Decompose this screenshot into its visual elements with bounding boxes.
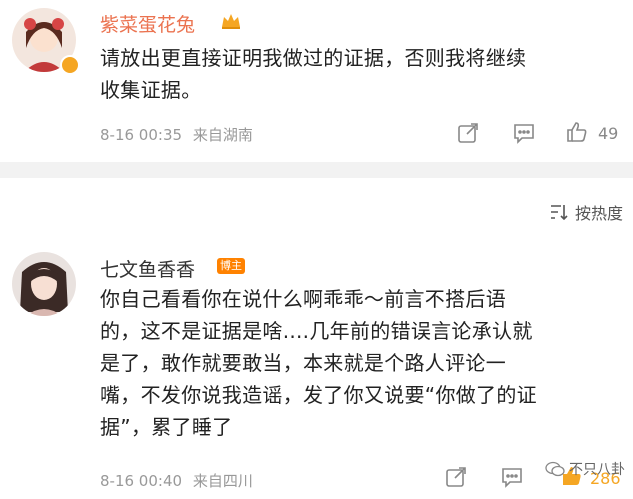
share-icon[interactable] <box>457 122 479 144</box>
username[interactable]: 紫菜蛋花兔 <box>100 10 195 37</box>
like-count: 49 <box>598 124 619 143</box>
comment-source: 来自湖南 <box>192 126 253 144</box>
comment-text: 请放出更直接证明我做过的证据，否则我将继续 收集证据。 <box>100 42 620 106</box>
watermark-text: 不只八卦 <box>569 462 625 478</box>
comment-line: 请放出更直接证明我做过的证据，否则我将继续 <box>100 46 527 70</box>
comment-icon[interactable] <box>500 466 524 488</box>
section-divider <box>0 162 633 178</box>
comment-time: 8-16 00:35 <box>100 126 183 144</box>
watermark: 不只八卦 <box>545 459 625 479</box>
comment-text: 你自己看看你在说什么啊乖乖～前言不搭后语 的，这不是证据是啥....几年前的错误… <box>100 283 620 443</box>
comment-line: 嘴，不发你说我造谣，发了你又说要“你做了的证 <box>100 383 537 407</box>
comment-line: 是了，敢作就要敢当，本来就是个路人评论一 <box>100 351 506 375</box>
sort-icon <box>550 205 568 221</box>
comment-meta: 8-16 00:40 来自四川 <box>100 470 253 491</box>
like-icon[interactable] <box>565 120 589 144</box>
share-icon[interactable] <box>445 466 467 488</box>
comment-line: 的，这不是证据是啥....几年前的错误言论承认就 <box>100 319 533 343</box>
wechat-icon <box>545 461 565 477</box>
sort-label: 按热度 <box>574 204 623 223</box>
comment-icon[interactable] <box>512 122 536 144</box>
comment-line: 收集证据。 <box>100 78 202 102</box>
comment-source: 来自四川 <box>192 472 253 490</box>
sort-toggle[interactable]: 按热度 <box>549 200 623 224</box>
comment-line: 据”，累了睡了 <box>100 415 233 439</box>
avatar[interactable] <box>12 252 76 316</box>
comment-meta: 8-16 00:35 来自湖南 <box>100 124 253 145</box>
blogger-badge: 博主 <box>217 258 245 274</box>
comment-time: 8-16 00:40 <box>100 472 183 490</box>
comment-line: 你自己看看你在说什么啊乖乖～前言不搭后语 <box>100 287 506 311</box>
username[interactable]: 七文鱼香香 <box>100 255 195 282</box>
verified-badge-icon <box>60 55 80 75</box>
crown-icon <box>222 14 240 29</box>
